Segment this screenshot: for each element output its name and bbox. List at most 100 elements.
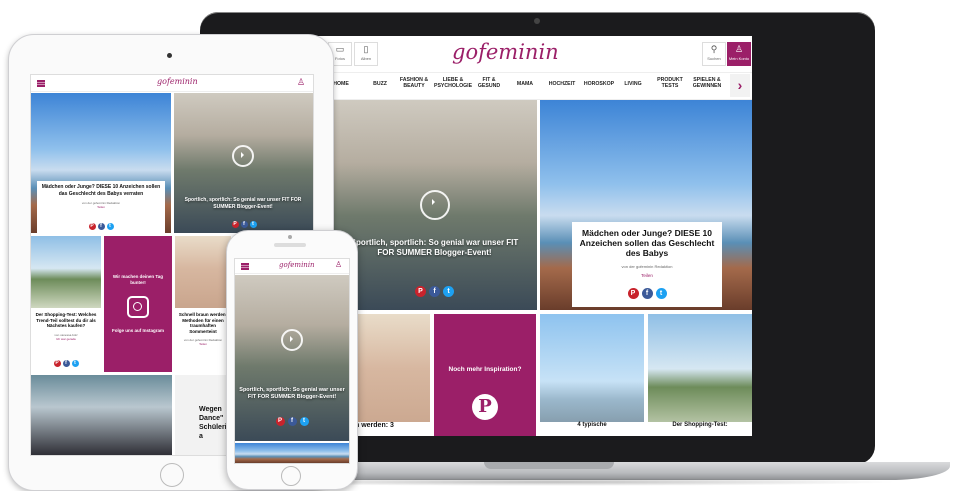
- twitter-share-icon[interactable]: t: [299, 417, 309, 426]
- header-albums-button[interactable]: ▯ Alben: [354, 42, 378, 66]
- phone-screen: gofeminin ♙ Sportlich, sportlich: So gen…: [234, 258, 350, 464]
- instagram-tile-top-text: Wir machen deinen Tag bunter!: [112, 274, 164, 285]
- user-icon: ♙: [734, 44, 744, 54]
- tablet-man-card[interactable]: [31, 375, 172, 455]
- facebook-share-icon[interactable]: f: [240, 221, 248, 228]
- facebook-share-icon[interactable]: f: [62, 360, 70, 367]
- nav-produkt-tests[interactable]: PRODUKT TESTS: [656, 77, 684, 89]
- search-icon: ⚲: [710, 44, 718, 54]
- nav-hochzeit[interactable]: HOCHZEIT: [546, 81, 578, 87]
- user-icon[interactable]: ♙: [297, 77, 305, 88]
- tablet-home-button: [160, 463, 184, 487]
- pinterest-share-icon[interactable]: P: [627, 288, 639, 299]
- nav-mama[interactable]: MAMA: [514, 81, 536, 87]
- instagram-tile[interactable]: Wir machen deinen Tag bunter! Folge uns …: [104, 236, 172, 372]
- twitter-share-icon[interactable]: t: [249, 221, 257, 228]
- share-row: P f t: [617, 288, 677, 299]
- hero-party-card[interactable]: Sportlich, sportlich: So genial war unse…: [332, 100, 537, 310]
- tablet-beach-image[interactable]: [175, 236, 231, 308]
- site-logo[interactable]: gofeminin: [452, 40, 559, 64]
- share-row: P f t: [81, 223, 121, 230]
- tablet-baby-card[interactable]: Mädchen oder Junge? DIESE 10 Anzeichen s…: [31, 93, 171, 233]
- tablet-shopping-title[interactable]: Der Shopping-Test: Welches Trend-Teil so…: [31, 310, 101, 331]
- nav-next-button[interactable]: ›: [730, 74, 750, 97]
- phone-camera: [288, 235, 292, 239]
- phone-header: gofeminin ♙: [235, 259, 349, 274]
- tablet-party-title[interactable]: Sportlich, sportlich: So genial war unse…: [180, 197, 306, 210]
- tablet-dance-card[interactable]: Wegen Dance" Schülerin a: [175, 375, 231, 455]
- nav-buzz[interactable]: BUZZ: [370, 81, 390, 87]
- nav-liebe-psychologie[interactable]: LIEBE & PSYCHOLOGIE: [434, 77, 472, 89]
- tablet-logo[interactable]: gofeminin: [157, 77, 198, 86]
- tablet-shopping-image[interactable]: [31, 236, 101, 308]
- nav-spielen-gewinnen[interactable]: SPIELEN & GEWINNEN: [690, 77, 724, 89]
- tablet-beach-caption: Schnell braun werden: Methoden für einen…: [175, 310, 231, 372]
- shopping-card[interactable]: Der Shopping-Test:: [648, 314, 752, 436]
- phone-home-button: [281, 466, 301, 486]
- tablet-dance-title[interactable]: Wegen Dance" Schülerin a: [175, 375, 231, 441]
- account-button[interactable]: ♙ Mein Konto: [727, 42, 751, 66]
- tablet-shopping-share-label: Ich war gerade: [56, 336, 76, 341]
- tablet-camera: [167, 53, 172, 58]
- twitter-share-icon[interactable]: t: [71, 360, 79, 367]
- tablet-icon: ▯: [363, 44, 369, 54]
- search-button[interactable]: ⚲ Suchen: [702, 42, 726, 66]
- phone-logo[interactable]: gofeminin: [279, 261, 315, 269]
- menu-icon[interactable]: [241, 263, 249, 265]
- pinterest-share-icon[interactable]: P: [415, 286, 426, 297]
- chevron-right-icon: ›: [737, 77, 743, 93]
- user-icon[interactable]: ♙: [335, 260, 342, 269]
- nav-horoskop[interactable]: HOROSKOP: [582, 81, 616, 87]
- tablet-baby-title[interactable]: Mädchen oder Junge? DIESE 10 Anzeichen s…: [37, 181, 165, 197]
- jump-card-title[interactable]: 4 typische: [540, 422, 644, 436]
- play-icon[interactable]: [420, 190, 450, 220]
- tablet-header: gofeminin ♙: [31, 75, 313, 92]
- twitter-share-icon[interactable]: t: [106, 223, 114, 230]
- hero-baby-title[interactable]: Mädchen oder Junge? DIESE 10 Anzeichen s…: [572, 222, 722, 258]
- play-icon[interactable]: [281, 329, 303, 351]
- tablet-baby-caption: Mädchen oder Junge? DIESE 10 Anzeichen s…: [37, 181, 165, 233]
- laptop-camera: [534, 18, 540, 24]
- facebook-share-icon[interactable]: f: [641, 288, 653, 299]
- hero-baby-byline: von der gofeminin Redaktion: [621, 264, 673, 269]
- share-row: P f t: [402, 286, 467, 297]
- nav-fashion-beauty[interactable]: FASHION & BEAUTY: [399, 77, 429, 89]
- hero-baby-share-label: Teilen: [641, 273, 653, 278]
- twitter-share-icon[interactable]: t: [655, 288, 667, 299]
- twitter-share-icon[interactable]: t: [443, 286, 454, 297]
- phone-party-card[interactable]: Sportlich, sportlich: So genial war unse…: [235, 275, 349, 441]
- nav-fit-gesund[interactable]: FIT & GESUND: [477, 77, 501, 89]
- share-row: P f t: [224, 221, 264, 228]
- tablet-party-card[interactable]: Sportlich, sportlich: So genial war unse…: [174, 93, 313, 233]
- hero-baby-card[interactable]: Mädchen oder Junge? DIESE 10 Anzeichen s…: [540, 100, 752, 310]
- pinterest-share-icon[interactable]: P: [275, 417, 285, 426]
- hero-party-title[interactable]: Sportlich, sportlich: So genial war unse…: [342, 238, 527, 258]
- share-row: P f t: [267, 417, 317, 426]
- pinterest-share-icon[interactable]: P: [88, 223, 96, 230]
- facebook-share-icon[interactable]: f: [97, 223, 105, 230]
- tablet-baby-share-label: Teilen: [97, 205, 105, 209]
- facebook-share-icon[interactable]: f: [429, 286, 440, 297]
- share-row: P f t: [49, 360, 83, 367]
- nav-living[interactable]: LIVING: [622, 81, 644, 87]
- facebook-share-icon[interactable]: f: [287, 417, 297, 426]
- pinterest-share-icon[interactable]: P: [231, 221, 239, 228]
- shopping-card-title[interactable]: Der Shopping-Test:: [648, 422, 752, 436]
- pinterest-inspiration-tile[interactable]: Noch mehr Inspiration? P: [434, 314, 536, 436]
- tablet-beach-share-label: Teilen: [199, 342, 207, 346]
- tablet-shopping-caption: Der Shopping-Test: Welches Trend-Teil so…: [31, 310, 101, 372]
- laptop-notch: [484, 462, 614, 469]
- jump-card[interactable]: 4 typische: [540, 314, 644, 436]
- pinterest-share-icon[interactable]: P: [53, 360, 61, 367]
- tablet-beach-title[interactable]: Schnell braun werden: Methoden für einen…: [175, 310, 231, 336]
- phone-speaker: [274, 243, 306, 247]
- phone-next-card[interactable]: [235, 443, 349, 463]
- menu-icon[interactable]: [37, 80, 45, 82]
- hero-baby-caption: Mädchen oder Junge? DIESE 10 Anzeichen s…: [572, 222, 722, 307]
- instagram-tile-bottom-text[interactable]: Folge uns auf Instagram: [108, 328, 168, 333]
- pinterest-tile-text: Noch mehr Inspiration?: [448, 366, 522, 373]
- phone-party-title[interactable]: Sportlich, sportlich: So genial war unse…: [239, 387, 345, 401]
- play-icon[interactable]: [232, 145, 254, 167]
- pinterest-icon: P: [472, 394, 498, 420]
- instagram-icon: [127, 296, 149, 318]
